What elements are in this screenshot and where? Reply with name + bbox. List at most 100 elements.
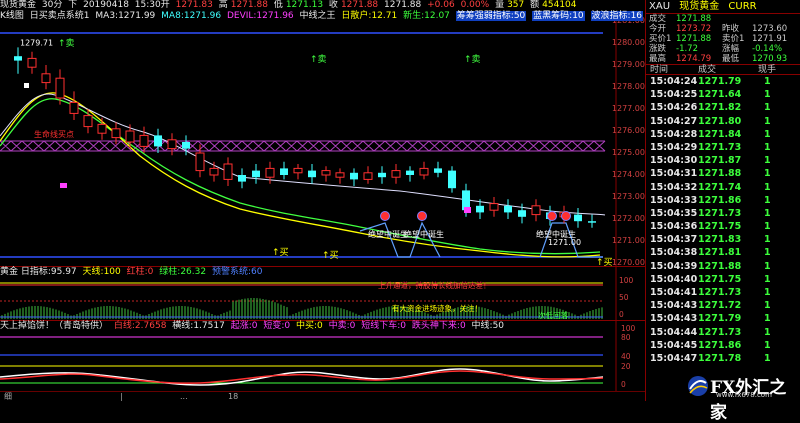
candle-body-up <box>69 101 79 114</box>
system-label[interactable]: 日买卖点系统1 <box>30 11 90 21</box>
watermark-url: www.fx678.com <box>716 391 772 399</box>
quote-row: 涨跌 -1.72 涨幅 -0.14% <box>646 44 800 54</box>
period-label[interactable]: 30分 <box>42 0 62 10</box>
tick-row[interactable]: 15:04:41 1271.73 1 <box>646 286 800 299</box>
tick-volume: 1 <box>764 234 771 246</box>
sub2-mid-buy: 中买:0 <box>295 321 323 331</box>
tick-row[interactable]: 15:04:24 1271.79 1 <box>646 75 800 88</box>
tick-row[interactable]: 15:04:39 1271.88 1 <box>646 260 800 273</box>
bottom-tab-3[interactable]: ... <box>180 392 188 401</box>
indicator-tag-2[interactable]: 蓝黑筹码:10 <box>532 11 585 21</box>
bottom-tab-4[interactable]: 18 <box>228 392 238 401</box>
signal-dot <box>561 211 571 221</box>
candle-body-up <box>265 167 275 178</box>
candle-body-up <box>531 205 541 216</box>
tick-row[interactable]: 15:04:26 1271.82 1 <box>646 101 800 114</box>
signal-dot <box>417 211 427 221</box>
quote-name: 现货黄金 <box>679 1 720 12</box>
candle-body-up <box>27 57 37 68</box>
candle-body-down <box>574 214 582 222</box>
open-value: 1271.83 <box>175 0 213 10</box>
bottom-tab-2[interactable]: | <box>120 392 123 401</box>
change-pct: 0.00% <box>460 0 490 10</box>
bottom-tab-1[interactable]: 细 <box>4 392 12 401</box>
tick-price: 1271.88 <box>698 168 742 180</box>
tick-row[interactable]: 15:04:40 1271.75 1 <box>646 273 800 286</box>
candlestick-chart[interactable]: 1279.711271.00生命线买点绝望中诞生绝望中诞生 绝望中诞生↑卖↑卖 ↑卖… <box>0 11 645 267</box>
quote-value: 1274.79 <box>676 54 712 64</box>
tick-row[interactable]: 15:04:30 1271.87 1 <box>646 154 800 167</box>
tick-row[interactable]: 15:04:43 1271.79 1 <box>646 312 800 325</box>
sub1-note-2: 有大资金进场迹象，关注！ <box>392 303 482 313</box>
tick-price: 1271.82 <box>698 102 742 114</box>
tick-row[interactable]: 15:04:33 1271.86 1 <box>646 194 800 207</box>
tick-row[interactable]: 15:04:47 1271.78 1 <box>646 352 800 365</box>
tick-time: 15:04:41 <box>650 287 698 298</box>
tick-row[interactable]: 15:04:45 1271.86 1 <box>646 339 800 352</box>
sub1-name[interactable]: 黄金 日指标:95.97 <box>0 267 77 277</box>
tick-row[interactable]: 15:04:38 1271.81 1 <box>646 246 800 259</box>
tick-price: 1271.73 <box>698 287 742 298</box>
quote-value-2: 1273.60 <box>752 24 788 34</box>
tick-volume: 1 <box>764 300 771 312</box>
sub2-axis-tick: 40 <box>621 352 631 361</box>
tick-row[interactable]: 15:04:37 1271.83 1 <box>646 233 800 246</box>
candle-body-down <box>308 170 316 178</box>
tick-time: 15:04:43 <box>650 300 698 312</box>
indicator-tag-1[interactable]: 筹筹强弱指标:50 <box>455 11 527 21</box>
tick-volume: 1 <box>764 207 771 219</box>
indicator-tag-3[interactable]: 波浪指标:16 <box>590 11 644 21</box>
buy-mark-1: ↑买 <box>272 247 289 258</box>
close-label: 收 <box>328 0 338 10</box>
quote-rows: 成交 1271.88 今开 1273.72 昨收 1273.60 买价1 1271.88 卖价1… <box>646 14 800 64</box>
candle-body-up <box>83 115 93 128</box>
buy-mark-2: ↑买 <box>322 250 339 261</box>
sub1-redbar: 红柱:0 <box>126 267 154 277</box>
tick-time: 15:04:44 <box>650 326 698 338</box>
tick-price: 1271.83 <box>698 234 742 246</box>
quote-value-2: -0.14% <box>752 44 783 54</box>
tick-row[interactable]: 15:04:28 1271.84 1 <box>646 128 800 141</box>
tick-row[interactable]: 15:04:44 1271.73 1 <box>646 326 800 339</box>
sub2-axis-tick: 100 <box>621 324 636 333</box>
tick-row[interactable]: 15:04:25 1271.64 1 <box>646 88 800 101</box>
tick-row[interactable]: 15:04:27 1271.80 1 <box>646 115 800 128</box>
tick-time: 15:04:38 <box>650 247 698 259</box>
tick-price: 1271.75 <box>698 221 742 233</box>
sub2-mid-sell: 中卖:0 <box>328 321 356 331</box>
tick-volume: 1 <box>764 352 771 364</box>
tick-row[interactable]: 15:04:32 1271.74 1 <box>646 181 800 194</box>
sub2-name[interactable]: 天上掉馅饼！（青岛特供） <box>0 321 108 331</box>
tick-volume: 1 <box>764 168 771 180</box>
tick-volume: 1 <box>764 102 771 114</box>
top-marker <box>24 83 29 88</box>
symbol-name[interactable]: 现货黄金 <box>0 0 36 10</box>
quote-value: 1273.72 <box>676 24 712 34</box>
tick-row[interactable]: 15:04:31 1271.88 1 <box>646 167 800 180</box>
candle-body-down <box>448 170 456 189</box>
tick-row[interactable]: 15:04:29 1271.73 1 <box>646 141 800 154</box>
tick-price: 1271.87 <box>698 155 742 167</box>
sub2-horizontal: 横线:1.7517 <box>172 321 225 331</box>
low-price-label: 1271.00 <box>548 238 581 247</box>
tick-list[interactable]: 15:04:24 1271.79 1 15:04:25 1271.64 1 15:04:26… <box>646 75 800 365</box>
tick-row[interactable]: 15:04:43 1271.72 1 <box>646 299 800 312</box>
close-value: 1271.88 <box>340 0 379 10</box>
candle-body-down <box>588 221 596 223</box>
midline-label: 中线之王 <box>299 11 336 21</box>
main-bg <box>0 11 645 267</box>
tick-time: 15:04:32 <box>650 181 698 193</box>
tick-row[interactable]: 15:04:36 1271.75 1 <box>646 220 800 233</box>
tick-volume: 1 <box>764 339 771 351</box>
tick-time: 15:04:47 <box>650 352 698 364</box>
tick-price: 1271.79 <box>698 313 742 325</box>
tick-volume: 1 <box>764 128 771 140</box>
newborn-label: 新生:12.07 <box>403 11 450 21</box>
signal-label-2: 绝望中诞生 <box>404 229 444 239</box>
quote-value-2: 1271.91 <box>752 34 788 44</box>
quote-label-2: 涨幅 <box>722 44 740 54</box>
sub2-axis-tick: 0 <box>621 380 626 389</box>
kline-label[interactable]: K线图 <box>0 11 24 21</box>
tick-row[interactable]: 15:04:35 1271.73 1 <box>646 207 800 220</box>
sub1-sky: 天线:100 <box>82 267 121 277</box>
